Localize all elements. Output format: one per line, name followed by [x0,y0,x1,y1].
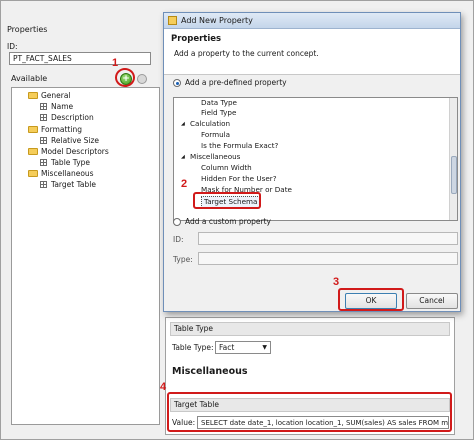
property-icon [40,137,47,144]
folder-icon [28,92,38,99]
list-item[interactable]: Is the Formula Exact? [201,141,278,151]
custom-id-label: ID: [173,235,184,244]
tree-item-relative-size[interactable]: Relative Size [40,135,99,146]
list-item[interactable]: Data Type [201,98,237,108]
list-item-group[interactable]: ◢ Miscellaneous [181,152,240,162]
annotation-1: 1 [112,57,119,69]
tree-item-target-table[interactable]: Target Table [40,179,96,190]
list-item[interactable]: Hidden For the User? [201,174,277,184]
table-type-select[interactable]: Fact ▼ [215,341,271,354]
annotation-1-circle [115,68,135,87]
property-icon [40,181,47,188]
custom-id-field[interactable] [198,232,458,245]
predefined-property-radio[interactable] [173,79,181,87]
dialog-title: Add New Property [181,16,253,25]
add-new-property-dialog: Add New Property Properties Add a proper… [163,12,461,312]
table-type-section-header: Table Type [170,322,450,336]
available-properties-tree: General Name Description Formatting Rela… [11,87,160,425]
list-item[interactable]: Field Type [201,108,236,118]
annotation-2: 2 [181,178,188,190]
custom-property-label: Add a custom property [185,217,271,226]
miscellaneous-heading: Miscellaneous [172,366,248,377]
chevron-down-icon: ▼ [262,344,267,351]
predefined-property-label: Add a pre-defined property [185,78,287,87]
dialog-icon [168,16,177,25]
dialog-header: Properties Add a property to the current… [164,29,460,75]
tree-item-general[interactable]: General [28,90,71,101]
annotation-3-box [338,288,404,311]
cancel-button[interactable]: Cancel [406,293,458,309]
id-field[interactable]: PT_FACT_SALES [9,52,151,65]
property-icon [40,159,47,166]
tree-item-model-descriptors[interactable]: Model Descriptors [28,146,109,157]
dialog-header-description: Add a property to the current concept. [174,49,319,58]
folder-icon [28,126,38,133]
custom-type-select[interactable] [198,252,458,265]
available-label: Available [11,74,48,83]
property-icon [40,114,47,121]
tree-item-name[interactable]: Name [40,101,73,112]
property-icon [40,103,47,110]
annotation-2-box [193,192,261,209]
tree-item-table-type[interactable]: Table Type [40,157,90,168]
dialog-header-title: Properties [171,34,222,44]
list-scrollbar[interactable] [449,98,457,220]
list-item[interactable]: Formula [201,130,230,140]
annotation-4-box [167,392,452,432]
id-label: ID: [7,42,18,51]
annotation-4: 4 [160,381,167,393]
folder-icon [28,148,38,155]
collapse-icon[interactable]: ◢ [181,119,185,129]
folder-icon [28,170,38,177]
tree-item-miscellaneous[interactable]: Miscellaneous [28,168,94,179]
panel-title: Properties [7,25,48,34]
tree-item-formatting[interactable]: Formatting [28,124,82,135]
custom-type-label: Type: [173,255,193,264]
list-item[interactable]: Column Width [201,163,252,173]
table-type-label: Table Type: [172,343,214,352]
dialog-title-bar[interactable]: Add New Property [164,13,460,29]
scrollbar-thumb[interactable] [451,156,457,194]
tree-item-description[interactable]: Description [40,112,94,123]
custom-property-radio[interactable] [173,218,181,226]
list-item-group[interactable]: ◢ Calculation [181,119,230,129]
remove-property-button[interactable] [137,74,147,84]
annotation-3: 3 [333,276,340,288]
collapse-icon[interactable]: ◢ [181,152,185,162]
